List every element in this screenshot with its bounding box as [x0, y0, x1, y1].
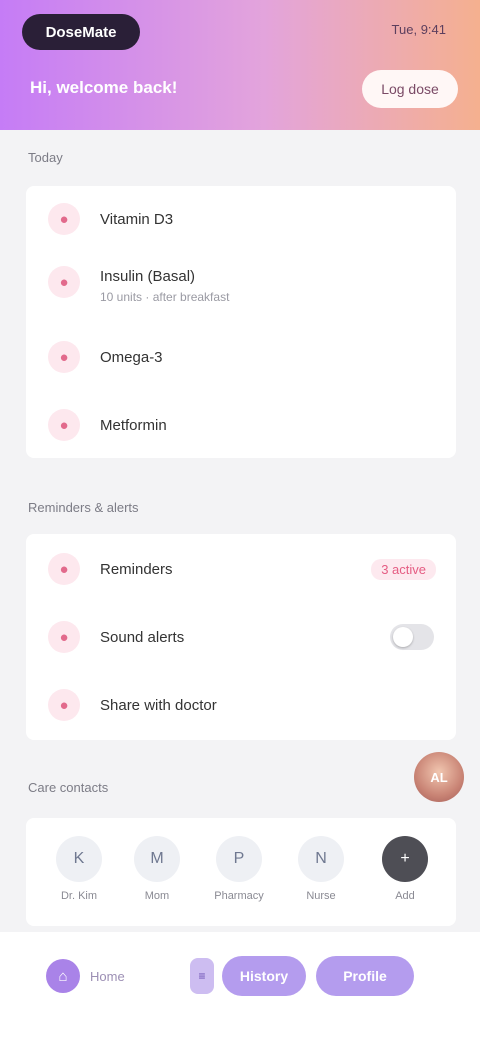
- item-subtitle: 10 units · after breakfast: [100, 290, 230, 304]
- greeting-title: Hi, welcome back!: [30, 78, 178, 97]
- item-title: Share with doctor: [100, 696, 217, 714]
- settings-row-sound[interactable]: ● Sound alerts: [26, 612, 456, 662]
- app-header: DoseMate Tue, 9:41 Hi, welcome back! Log…: [0, 0, 480, 130]
- item-title: Reminders: [100, 560, 173, 578]
- settings-row-reminders[interactable]: ● Reminders 3 active: [26, 544, 456, 594]
- pill-icon: ●: [48, 203, 80, 235]
- log-dose-button[interactable]: Log dose: [362, 70, 458, 108]
- contact-avatar: P: [216, 836, 262, 882]
- share-icon: ●: [48, 689, 80, 721]
- sound-icon: ●: [48, 621, 80, 653]
- contact-avatar: M: [134, 836, 180, 882]
- nav-home[interactable]: ⌂ Home: [46, 954, 186, 998]
- contact-item[interactable]: K Dr. Kim: [44, 836, 114, 902]
- contacts-section-label: Care contacts: [28, 780, 109, 795]
- bottom-nav: ⌂ Home ≡ History Profile: [0, 932, 480, 1040]
- item-title: Omega-3: [100, 348, 163, 366]
- nav-profile-button[interactable]: Profile: [316, 956, 414, 996]
- list-item[interactable]: ● Vitamin D3: [26, 194, 456, 244]
- item-title: Vitamin D3: [100, 210, 174, 228]
- list-item[interactable]: ● Metformin: [26, 400, 456, 450]
- contact-avatar: N: [298, 836, 344, 882]
- item-title: Insulin (Basal): [100, 268, 196, 285]
- contacts-card: K Dr. Kim M Mom P Pharmacy N Nurse + Add: [26, 818, 456, 926]
- header-date: Tue, 9:41: [391, 22, 446, 37]
- list-item[interactable]: ● Insulin (Basal) 10 units · after break…: [26, 252, 456, 312]
- contact-name: Dr. Kim: [60, 890, 98, 902]
- list-item[interactable]: ● Omega-3: [26, 332, 456, 382]
- settings-section-label: Reminders & alerts: [28, 500, 139, 515]
- contact-item[interactable]: P Pharmacy: [204, 836, 274, 902]
- avatar[interactable]: AL: [414, 752, 464, 802]
- contact-name: Mom: [144, 890, 170, 902]
- item-title: Metformin: [100, 416, 167, 434]
- home-icon: ⌂: [46, 959, 80, 993]
- capsule-icon: ●: [48, 341, 80, 373]
- settings-card: ● Reminders 3 active ● Sound alerts ● Sh…: [26, 534, 456, 740]
- plus-icon: +: [382, 836, 428, 882]
- today-section-label: Today: [28, 150, 63, 165]
- menu-icon[interactable]: ≡: [190, 958, 214, 994]
- contact-name: Add: [395, 890, 415, 902]
- tablet-icon: ●: [48, 409, 80, 441]
- settings-row-share[interactable]: ● Share with doctor: [26, 680, 456, 730]
- nav-home-label: Home: [90, 968, 125, 984]
- contact-avatar: K: [56, 836, 102, 882]
- nav-history-button[interactable]: History: [222, 956, 306, 996]
- syringe-icon: ●: [48, 266, 80, 298]
- status-badge: 3 active: [371, 558, 436, 580]
- add-contact-item[interactable]: + Add: [370, 836, 440, 902]
- item-title: Sound alerts: [100, 628, 185, 646]
- bell-icon: ●: [48, 553, 80, 585]
- sound-toggle[interactable]: [390, 624, 434, 650]
- contact-item[interactable]: N Nurse: [286, 836, 356, 902]
- today-card: ● Vitamin D3 ● Insulin (Basal) 10 units …: [26, 186, 456, 458]
- contact-name: Pharmacy: [214, 890, 264, 902]
- contact-item[interactable]: M Mom: [122, 836, 192, 902]
- brand-logo[interactable]: DoseMate: [22, 14, 140, 50]
- contact-name: Nurse: [306, 890, 336, 902]
